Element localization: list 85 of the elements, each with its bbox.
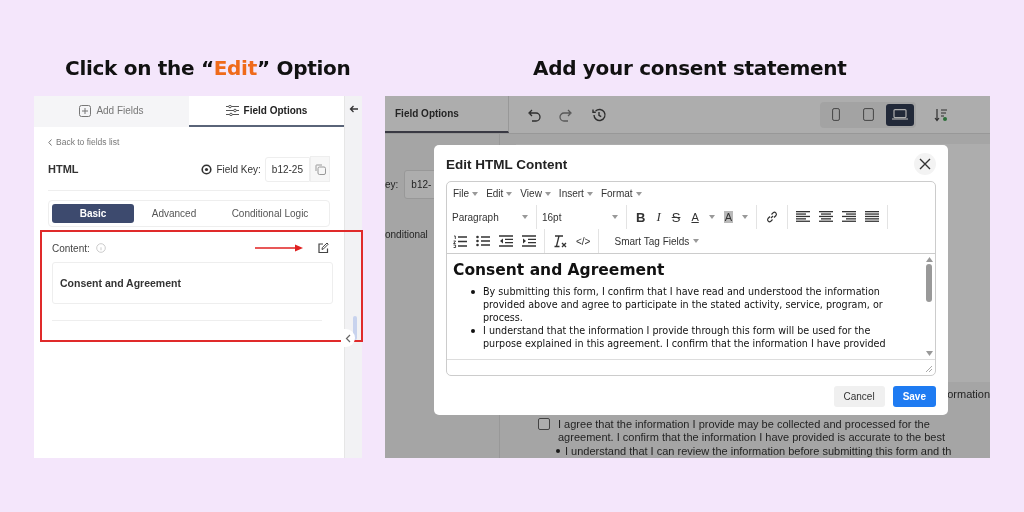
panel-tab[interactable]: Field Options	[189, 96, 344, 127]
menu-item[interactable]: View	[520, 188, 542, 199]
content-preview: Consent and Agreement	[52, 262, 333, 304]
save-button[interactable]: Save	[892, 386, 936, 407]
copy-icon	[314, 163, 326, 175]
caret-icon	[472, 191, 479, 196]
body-text: agreement. I confirm that the information I have provided is accurate to the best	[558, 430, 947, 444]
panel-tab[interactable]: Field Options	[385, 96, 509, 133]
outdent-icon[interactable]	[499, 235, 513, 247]
smart-tags-dropdown[interactable]: Smart Tag Fields	[614, 235, 690, 247]
scroll-up-icon[interactable]	[925, 257, 933, 262]
laptop-icon[interactable]	[886, 103, 914, 126]
format-button[interactable]: S	[670, 209, 682, 225]
align-icon[interactable]	[842, 211, 857, 223]
menu-item[interactable]: Format	[600, 188, 633, 199]
bullet-icon	[556, 449, 560, 453]
panel-tab[interactable]: Add Fields	[34, 96, 189, 127]
format-button[interactable]: I	[655, 209, 662, 225]
code-button[interactable]: </>	[576, 235, 591, 247]
dialog-title: Edit HTML Content	[446, 156, 568, 172]
content-label: Content:	[52, 242, 90, 254]
font-size-dropdown[interactable]: 16pt	[542, 211, 562, 223]
checkbox[interactable]	[538, 418, 550, 430]
caret-icon	[522, 215, 528, 219]
format-dropdown[interactable]: Paragraph	[452, 211, 499, 223]
list-item: I understand that the information I provide through this form will be used for the purpose explained in this agreement. I confirm that the information I have provided	[483, 324, 887, 350]
document-heading: Consent and Agreement	[453, 260, 666, 280]
cancel-button[interactable]: Cancel	[833, 386, 885, 407]
menu-item[interactable]: Insert	[558, 188, 584, 199]
close-button[interactable]	[914, 153, 936, 175]
scrollbar[interactable]	[923, 254, 935, 359]
sort-icon[interactable]	[934, 107, 948, 122]
arrow-annotation	[255, 244, 303, 252]
redo-icon[interactable]	[559, 107, 573, 122]
heading: Click on the “Edit” Option	[64, 56, 352, 82]
link-icon[interactable]	[765, 210, 780, 224]
bullet-icon	[471, 329, 475, 333]
format-button[interactable]: A	[723, 211, 734, 223]
target-icon	[201, 163, 213, 175]
format-button[interactable]: B	[635, 209, 647, 225]
format-button[interactable]: A	[690, 211, 700, 223]
body-text: ormation	[947, 388, 990, 400]
resize-grip-icon[interactable]	[925, 365, 932, 372]
plus-icon	[79, 104, 92, 117]
numbered-list-icon[interactable]	[453, 234, 467, 248]
chevron-left-icon	[345, 333, 351, 343]
option-tab[interactable]: Advanced	[140, 204, 208, 223]
sliders-icon	[225, 105, 239, 116]
caret-icon	[612, 215, 618, 219]
collapse-handle[interactable]	[341, 329, 355, 347]
edit-icon[interactable]	[317, 242, 329, 254]
chevron-left-icon	[48, 138, 52, 146]
menu-item[interactable]: Edit	[486, 188, 504, 199]
history-icon[interactable]	[591, 106, 607, 123]
caret-icon	[586, 191, 593, 196]
caret-icon	[708, 215, 715, 219]
align-icon[interactable]	[865, 211, 880, 223]
caret-icon	[742, 215, 749, 219]
checkbox-label: I agree that the information I provide may be collected and processed for the	[558, 418, 930, 430]
list-item: By submitting this form, I confirm that I have read and understood the information provided above and agree to participate in the stated activity, service, program, or process.	[483, 285, 884, 324]
undo-icon[interactable]	[527, 107, 541, 122]
bullet-icon	[471, 290, 475, 294]
heading: Add your consent statement	[532, 56, 847, 82]
caret-icon	[506, 191, 513, 196]
list-item: I understand that I can review the information before submitting this form and th	[565, 444, 952, 458]
close-icon	[919, 158, 931, 170]
clear-format-icon[interactable]	[553, 234, 567, 248]
field-key-label: Field Key:	[216, 163, 261, 175]
caret-icon	[635, 191, 642, 196]
scrollbar-thumb[interactable]	[353, 316, 357, 340]
option-tab[interactable]: Conditional Logic	[214, 204, 326, 223]
field-type-title: HTML	[48, 163, 79, 175]
indent-icon[interactable]	[522, 235, 536, 247]
info-icon	[95, 243, 106, 253]
scroll-down-icon[interactable]	[925, 351, 933, 356]
option-tab[interactable]: Basic	[52, 204, 134, 223]
align-icon[interactable]	[819, 211, 834, 223]
menu-item[interactable]: File	[453, 188, 470, 199]
caret-icon	[544, 191, 551, 196]
caret-icon	[693, 239, 700, 243]
back-link[interactable]: Back to fields list	[56, 137, 120, 147]
field-key-label: ey:	[385, 179, 399, 190]
bullet-list-icon[interactable]	[476, 235, 490, 247]
arrow-left-icon[interactable]	[349, 104, 359, 114]
align-icon[interactable]	[796, 211, 811, 223]
